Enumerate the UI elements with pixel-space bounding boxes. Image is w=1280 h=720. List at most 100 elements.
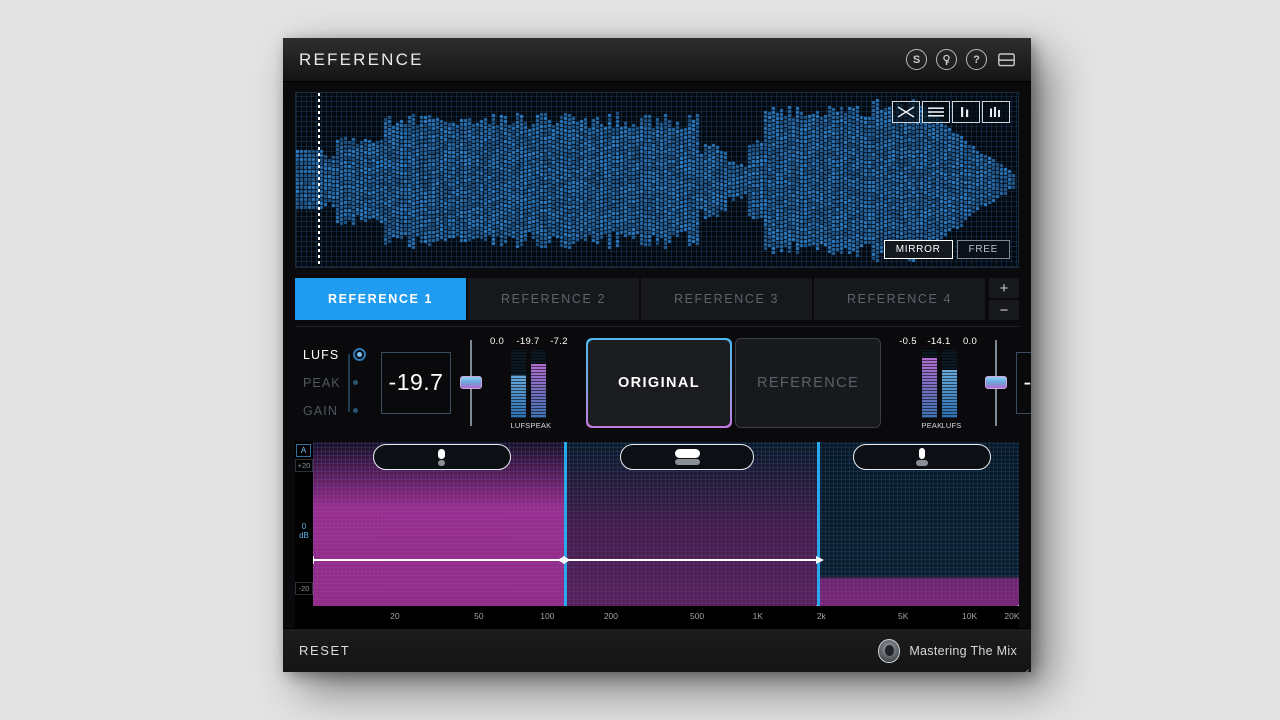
left-fader[interactable] [462,340,480,426]
mid-band-curve[interactable] [564,559,817,561]
right-meter-captions: PEAK LUFS [922,421,957,430]
mirror-button[interactable]: MIRROR [884,240,953,259]
right-lufs-bar [942,350,957,418]
title-bar: REFERENCE S ? [283,38,1031,82]
remove-reference-button[interactable]: − [989,300,1019,320]
crossfade-view-button[interactable] [892,101,920,123]
mid-band-indicator[interactable] [675,449,700,465]
original-button[interactable]: ORIGINAL [588,340,730,426]
right-meter-num-2: 0.0 [957,336,983,347]
left-fader-handle[interactable] [460,376,482,389]
right-meter-cap-0: PEAK [922,421,937,430]
left-lufs-bar [511,350,526,418]
left-meter-cap-1: PEAK [531,421,546,430]
left-mode-lufs-label: LUFS [303,348,345,362]
left-peak-bar [531,350,546,418]
reference-tabs-row: REFERENCE 1 REFERENCE 2 REFERENCE 3 REFE… [295,278,1019,320]
tab-add-remove: + − [989,278,1019,320]
reference-tabs: REFERENCE 1 REFERENCE 2 REFERENCE 3 REFE… [295,278,985,320]
title-bar-icons: S ? [906,49,1017,70]
footer-bar: RESET Mastering The Mix [283,628,1031,672]
reset-button[interactable]: RESET [299,643,350,658]
band-divider-2[interactable] [817,442,820,628]
eq-axis-a-button[interactable]: A [296,444,311,457]
low-band-curve[interactable] [313,559,564,561]
right-meter-group: LUFS PEAK GAIN -14.1 [891,336,1031,430]
left-meter-num-0: 0.0 [484,336,510,347]
brand-logo-icon [878,639,900,663]
left-value-display[interactable]: -19.7 [381,352,451,414]
menu-icon[interactable] [996,49,1017,70]
left-mode-peak-knob[interactable] [353,380,358,385]
db-label-plus20: +20 [295,459,313,472]
freq-label-1K: 1K [753,611,763,621]
frequency-axis: 20501002005001K2k5K10K20K [313,606,1019,628]
freq-label-5K: 5K [898,611,908,621]
plugin-window: REFERENCE S ? [283,38,1031,672]
key-icon[interactable] [936,49,957,70]
multi-view-button[interactable] [982,101,1010,123]
left-meter-bars [511,350,546,418]
left-meters: 0.0 -19.7 -7.2 LUFS PEAK [484,336,572,430]
left-meter-cap-0: LUFS [511,421,526,430]
right-value-display[interactable]: -14.1 [1016,352,1031,414]
db-axis: A +20 0 dB -20 [295,442,313,628]
original-button-outer[interactable]: ORIGINAL [586,338,732,428]
waveform-display[interactable]: MIRROR FREE [295,92,1019,268]
eq-plot[interactable] [313,442,1019,628]
help-icon[interactable]: ? [966,49,987,70]
freq-label-2k: 2k [817,611,826,621]
high-band-handle[interactable] [853,444,991,470]
right-meter-numbers: -0.5 -14.1 0.0 [895,336,983,347]
left-mode-gain-knob[interactable] [353,408,358,413]
right-meters: -0.5 -14.1 0.0 PEAK LUFS [895,336,983,430]
mid-band-curve-handle-left[interactable] [557,556,565,564]
left-mode-peak-label: PEAK [303,376,345,390]
left-mode-lufs[interactable]: LUFS [303,346,366,364]
split-view-button[interactable] [952,101,980,123]
high-band-indicator[interactable] [916,448,928,466]
tab-reference-1[interactable]: REFERENCE 1 [295,278,466,320]
left-mode-lufs-knob[interactable] [353,348,366,361]
right-meter-num-1: -14.1 [926,336,952,347]
left-mode-gain[interactable]: GAIN [303,402,366,420]
left-mode-selector: LUFS PEAK GAIN [299,346,370,420]
plugin-body: MIRROR FREE REFERENCE 1 REFERENCE 2 REFE… [283,82,1031,628]
mirror-free-toggle: MIRROR FREE [884,240,1010,259]
reference-button[interactable]: REFERENCE [735,338,881,428]
mid-band-curve-handle-right[interactable] [816,556,824,564]
right-peak-bar [922,350,937,418]
tab-reference-2[interactable]: REFERENCE 2 [468,278,639,320]
playhead[interactable] [318,93,320,267]
stacked-view-button[interactable] [922,101,950,123]
freq-label-200: 200 [604,611,618,621]
brand: Mastering The Mix [878,639,1017,663]
left-meter-num-1: -19.7 [515,336,541,347]
free-button[interactable]: FREE [957,240,1010,259]
view-mode-buttons [892,101,1010,123]
settings-s-icon[interactable]: S [906,49,927,70]
tab-reference-3[interactable]: REFERENCE 3 [641,278,812,320]
low-band-handle[interactable] [373,444,511,470]
low-band-indicator[interactable] [438,449,445,466]
resize-grip[interactable] [1017,658,1029,670]
right-fader-handle[interactable] [985,376,1007,389]
eq-display[interactable]: A +20 0 dB -20 [295,442,1019,628]
band-divider-1[interactable] [564,442,567,628]
right-meter-num-0: -0.5 [895,336,921,347]
tab-reference-4[interactable]: REFERENCE 4 [814,278,985,320]
page-title: REFERENCE [299,50,424,70]
left-meter-numbers: 0.0 -19.7 -7.2 [484,336,572,347]
left-meter-group: LUFS PEAK GAIN -19.7 [299,336,576,430]
freq-label-20K: 20K [1004,611,1019,621]
freq-label-10K: 10K [962,611,977,621]
left-meter-num-2: -7.2 [546,336,572,347]
freq-label-500: 500 [690,611,704,621]
right-fader[interactable] [987,340,1005,426]
brand-name: Mastering The Mix [909,644,1017,658]
add-reference-button[interactable]: + [989,278,1019,298]
left-mode-peak[interactable]: PEAK [303,374,366,392]
freq-label-20: 20 [390,611,399,621]
low-band-curve-handle-left[interactable] [313,556,314,564]
mid-band-handle[interactable] [620,444,754,470]
